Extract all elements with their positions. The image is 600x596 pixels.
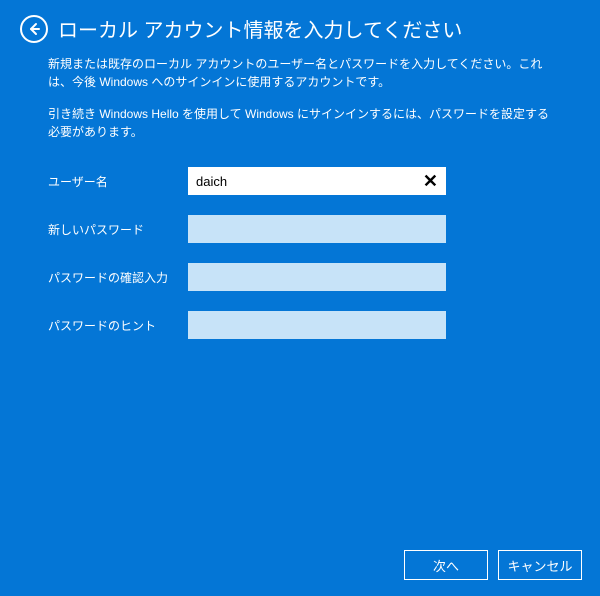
clear-input-icon[interactable]: ✕ bbox=[419, 172, 442, 190]
intro-paragraph-1: 新規または既存のローカル アカウントのユーザー名とパスワードを入力してください。… bbox=[48, 55, 552, 91]
intro-paragraph-2: 引き続き Windows Hello を使用して Windows にサインインす… bbox=[48, 105, 552, 141]
confirm-password-input[interactable] bbox=[188, 263, 446, 291]
cancel-button[interactable]: キャンセル bbox=[498, 550, 582, 580]
back-button[interactable] bbox=[20, 15, 48, 43]
password-label: 新しいパスワード bbox=[48, 221, 188, 238]
password-input[interactable] bbox=[188, 215, 446, 243]
username-input[interactable] bbox=[188, 167, 446, 195]
password-hint-input[interactable] bbox=[188, 311, 446, 339]
page-title: ローカル アカウント情報を入力してください bbox=[58, 14, 462, 43]
next-button[interactable]: 次へ bbox=[404, 550, 488, 580]
password-hint-label: パスワードのヒント bbox=[48, 317, 188, 334]
username-label: ユーザー名 bbox=[48, 173, 188, 190]
confirm-password-label: パスワードの確認入力 bbox=[48, 269, 188, 286]
back-arrow-icon bbox=[27, 22, 41, 36]
